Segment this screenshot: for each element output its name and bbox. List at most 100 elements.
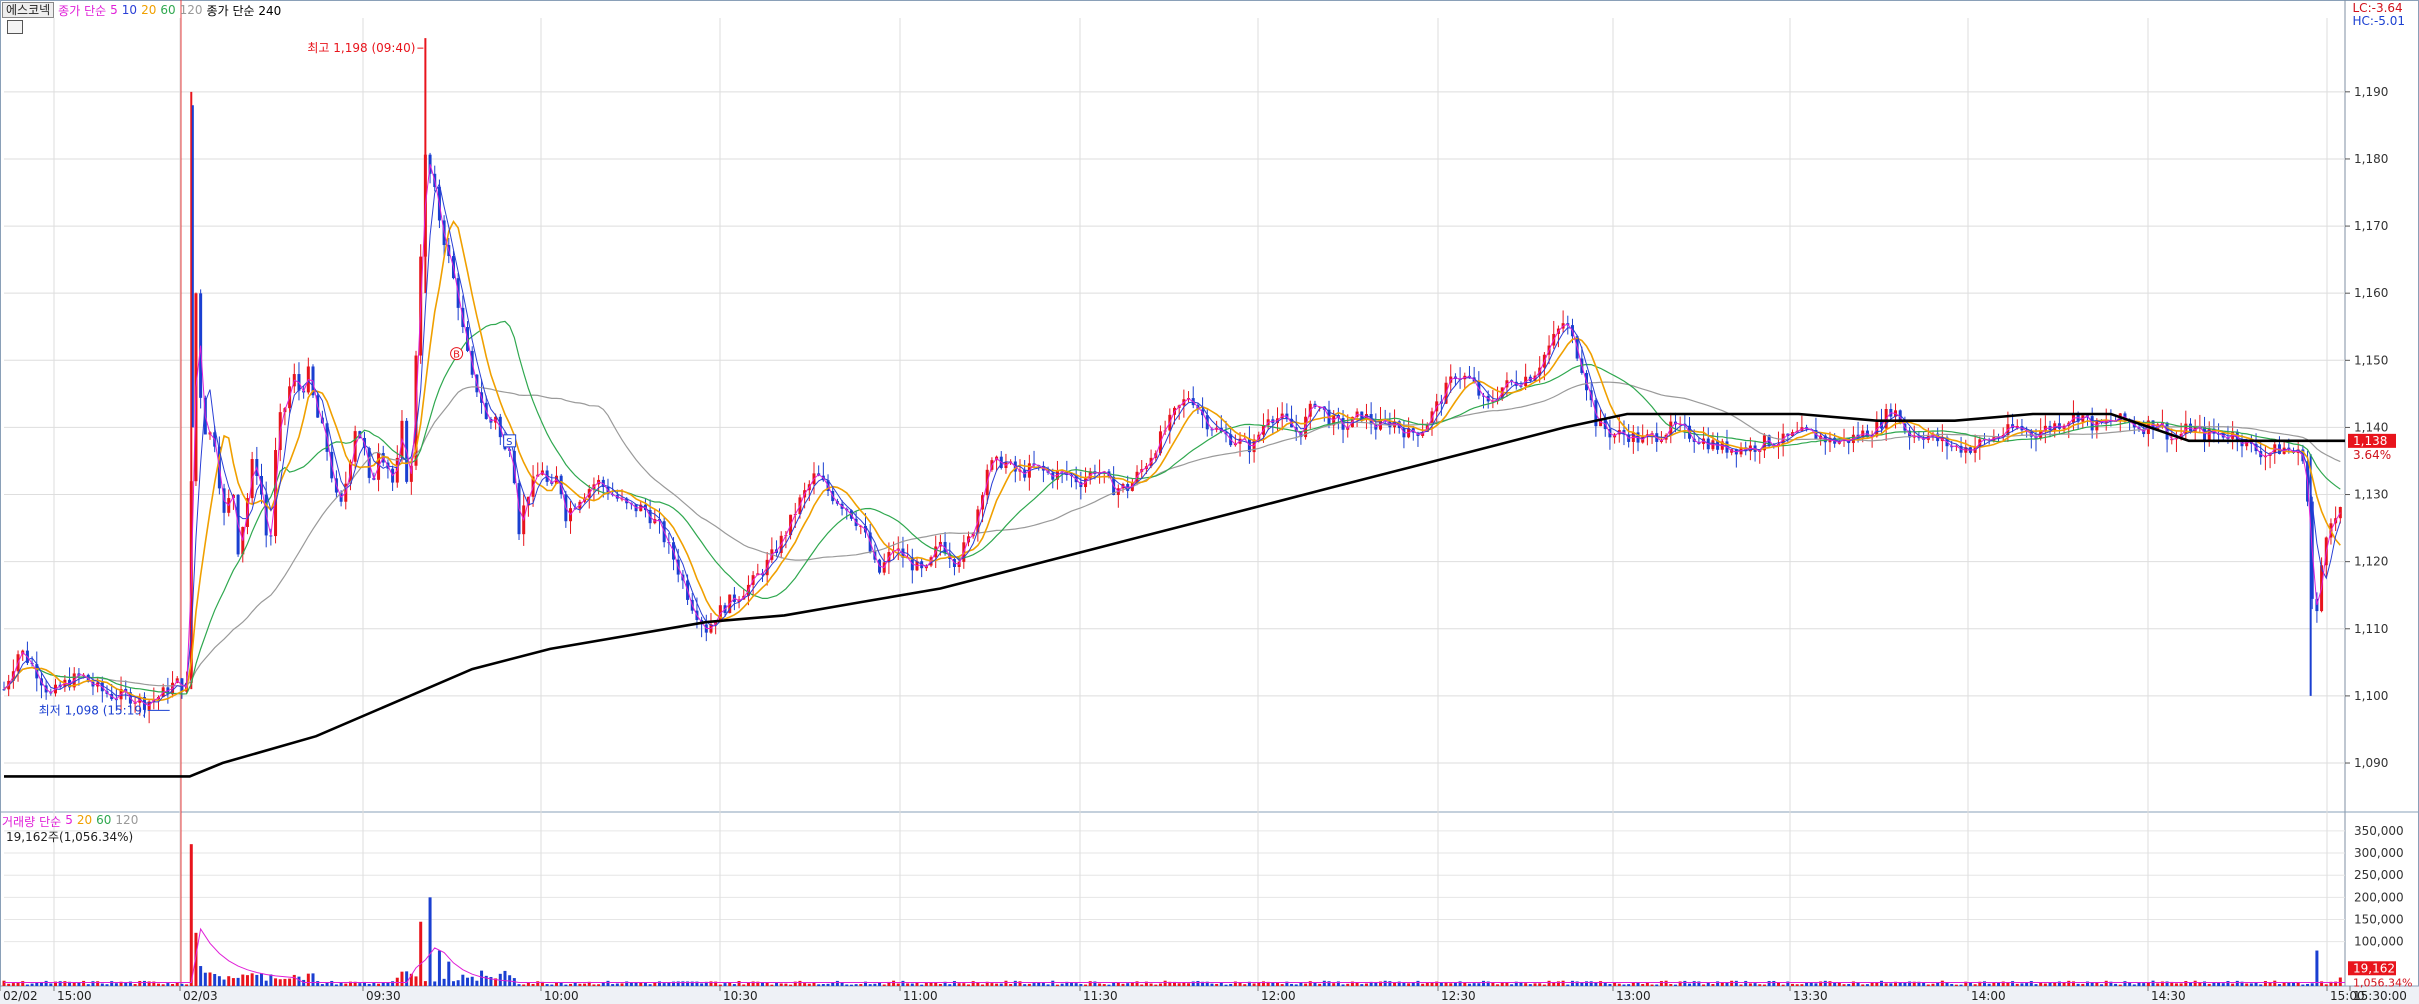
down-volume-bar xyxy=(920,984,924,986)
down-volume-bar xyxy=(480,970,484,986)
chart-canvas[interactable]: 1,090 1,100 1,110 1,120 1,130 1,140 1,150 1,160… xyxy=(0,0,2419,1004)
time-tick-label: 13:30 xyxy=(1793,989,1828,1003)
down-volume-bar xyxy=(110,981,114,986)
down-volume-bar xyxy=(2235,980,2239,986)
down-volume-bar xyxy=(2048,982,2052,986)
up-volume-bar xyxy=(1791,983,1795,986)
up-volume-bar xyxy=(96,981,100,986)
up-volume-bar xyxy=(938,983,942,986)
up-volume-bar xyxy=(2207,983,2211,986)
time-tick-label: 12:00 xyxy=(1261,989,1296,1003)
down-volume-bar xyxy=(1865,984,1869,986)
up-volume-bar xyxy=(175,982,179,986)
down-volume-bar xyxy=(1327,981,1331,986)
down-volume-bar xyxy=(2254,982,2258,986)
up-volume-bar xyxy=(2193,980,2197,986)
down-volume-bar xyxy=(1482,980,1486,986)
up-volume-bar xyxy=(1931,983,1935,986)
up-volume-bar xyxy=(161,984,165,986)
down-volume-bar xyxy=(2025,983,2029,986)
up-volume-bar xyxy=(1641,983,1645,986)
time-tick-label: 10:30 xyxy=(723,989,758,1003)
down-volume-bar xyxy=(2291,982,2295,986)
up-volume-bar xyxy=(2015,983,2019,986)
down-volume-bar xyxy=(25,984,29,986)
up-volume-bar xyxy=(807,983,811,986)
down-volume-bar xyxy=(1313,982,1317,986)
up-volume-bar xyxy=(746,982,750,986)
down-volume-bar xyxy=(835,980,839,986)
down-volume-bar xyxy=(2226,981,2230,986)
up-volume-bar xyxy=(7,983,11,986)
down-volume-bar xyxy=(1069,983,1073,986)
down-volume-bar xyxy=(1402,982,1406,986)
down-volume-bar xyxy=(550,984,554,986)
current-volume-label: 19,162 xyxy=(2353,961,2395,975)
down-volume-bar xyxy=(1510,984,1514,986)
down-volume-bar xyxy=(1692,981,1696,986)
up-volume-bar xyxy=(2179,983,2183,986)
up-volume-bar xyxy=(1837,982,1841,986)
up-volume-bar xyxy=(11,983,15,986)
up-volume-bar xyxy=(906,983,910,986)
up-volume-bar xyxy=(250,973,254,986)
up-volume-bar xyxy=(377,983,381,986)
down-volume-bar xyxy=(1950,983,1954,986)
up-volume-bar xyxy=(2245,983,2249,986)
down-volume-bar xyxy=(466,977,470,986)
up-volume-bar xyxy=(526,982,530,986)
up-volume-bar xyxy=(1121,983,1125,986)
stock-name-button[interactable]: 에스코넥 xyxy=(2,2,55,18)
up-volume-bar xyxy=(620,983,624,986)
up-volume-bar xyxy=(1547,980,1551,986)
down-volume-bar xyxy=(2259,984,2263,986)
up-volume-bar xyxy=(1154,984,1158,986)
down-volume-bar xyxy=(2132,984,2136,986)
down-volume-bar xyxy=(91,981,95,986)
up-volume-bar xyxy=(765,982,769,986)
price-tick-label: 1,130 xyxy=(2354,488,2388,502)
up-volume-bar xyxy=(981,984,985,986)
up-volume-bar xyxy=(274,978,278,986)
down-volume-bar xyxy=(648,984,652,986)
grid-icon[interactable] xyxy=(7,20,23,34)
volume-tick-label: 150,000 xyxy=(2354,913,2404,927)
down-volume-bar xyxy=(1627,984,1631,986)
up-volume-bar xyxy=(1158,983,1162,986)
down-volume-bar xyxy=(58,981,62,986)
up-volume-bar xyxy=(962,983,966,986)
up-volume-bar xyxy=(597,984,601,986)
up-volume-bar xyxy=(395,977,399,986)
up-volume-bar xyxy=(400,971,404,986)
time-tick-label: 14:30 xyxy=(2151,989,2186,1003)
down-volume-bar xyxy=(1416,980,1420,986)
down-volume-bar xyxy=(325,982,329,986)
up-volume-bar xyxy=(241,974,245,986)
down-volume-bar xyxy=(662,983,666,986)
up-volume-bar xyxy=(554,982,558,986)
down-volume-bar xyxy=(948,984,952,986)
down-volume-bar xyxy=(1683,980,1687,986)
down-volume-bar xyxy=(334,984,338,986)
up-volume-bar xyxy=(1617,983,1621,986)
price-tick-label: 1,160 xyxy=(2354,286,2388,300)
up-volume-bar xyxy=(1421,983,1425,986)
down-volume-bar xyxy=(199,966,203,986)
price-tick-label: 1,150 xyxy=(2354,353,2388,367)
down-volume-bar xyxy=(1744,980,1748,986)
down-volume-bar xyxy=(124,982,128,986)
down-volume-bar xyxy=(1673,984,1677,986)
high-annotation: 최고 1,198 (09:40) xyxy=(307,41,415,55)
down-volume-bar xyxy=(100,983,104,986)
down-volume-bar xyxy=(826,983,830,986)
ma-label: 종가 단순 xyxy=(58,3,107,18)
down-volume-bar xyxy=(49,983,53,986)
down-volume-bar xyxy=(2249,983,2253,986)
down-volume-bar xyxy=(142,980,146,986)
time-tick-label: 11:00 xyxy=(903,989,938,1003)
up-volume-bar xyxy=(1182,982,1186,986)
time-tick-label: 11:30 xyxy=(1083,989,1118,1003)
up-volume-bar xyxy=(1238,982,1242,986)
down-volume-bar xyxy=(86,984,90,986)
down-volume-bar xyxy=(367,983,371,986)
